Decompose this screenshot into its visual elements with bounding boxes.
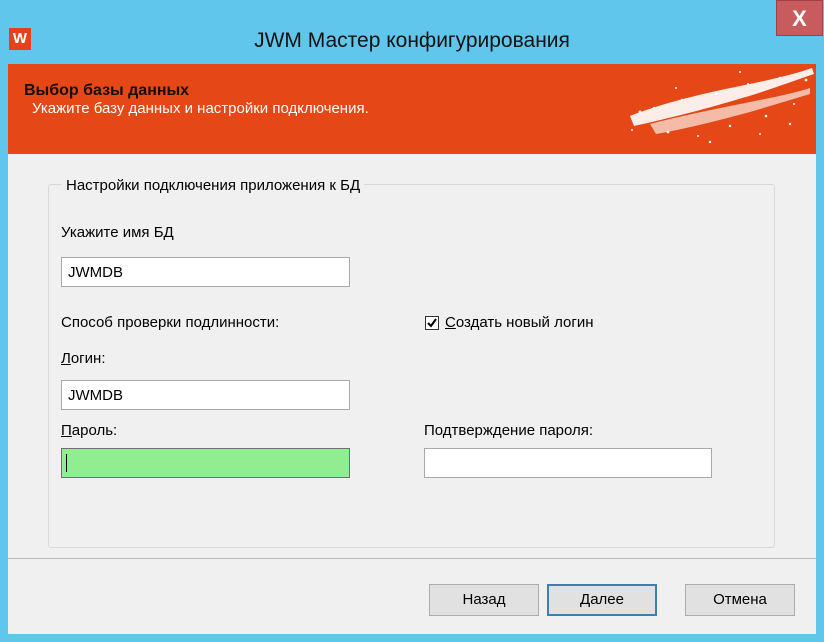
create-login-label[interactable]: Создать новый логин xyxy=(445,314,594,331)
confirm-password-label: Подтверждение пароля: xyxy=(424,422,594,439)
login-input[interactable] xyxy=(61,380,350,410)
wizard-content: Настройки подключения приложения к БД Ук… xyxy=(8,154,816,634)
password-label: Пароль: xyxy=(61,422,117,439)
next-label: алее xyxy=(590,591,624,608)
next-button[interactable]: Далее xyxy=(547,584,657,616)
banner-subtitle: Укажите базу данных и настройки подключе… xyxy=(32,100,369,117)
db-name-input[interactable] xyxy=(61,257,350,287)
header-banner: Выбор базы данных Укажите базу данных и … xyxy=(8,64,816,154)
confirm-password-input[interactable] xyxy=(424,448,712,478)
next-accel: Д xyxy=(580,591,591,608)
password-label-text: ароль: xyxy=(71,422,118,439)
title-bar[interactable]: W JWM Мастер конфигурирования X xyxy=(0,0,824,52)
checkmark-icon xyxy=(427,318,437,328)
splash-graphic-icon xyxy=(630,68,814,144)
login-accel: Л xyxy=(61,350,71,367)
password-accel: П xyxy=(61,422,72,439)
db-name-label: Укажите имя БД xyxy=(61,224,174,241)
button-separator xyxy=(8,558,816,559)
wizard-window: W JWM Мастер конфигурирования X Выбор ба… xyxy=(0,0,824,642)
create-login-text: оздать новый логин xyxy=(455,314,594,331)
close-button[interactable]: X xyxy=(776,0,823,36)
create-login-accel: С xyxy=(445,314,456,331)
create-login-checkbox[interactable] xyxy=(425,316,439,330)
login-label-text: огин: xyxy=(70,350,106,367)
back-button[interactable]: Назад xyxy=(429,584,539,616)
text-caret xyxy=(66,454,67,472)
login-label: Логин: xyxy=(61,350,106,367)
banner-title: Выбор базы данных xyxy=(24,82,190,99)
cancel-button[interactable]: Отмена xyxy=(685,584,795,616)
group-legend: Настройки подключения приложения к БД xyxy=(62,177,365,194)
window-title: JWM Мастер конфигурирования xyxy=(254,29,570,52)
auth-method-label: Способ проверки подлинности: xyxy=(61,314,280,331)
password-input[interactable] xyxy=(61,448,350,478)
